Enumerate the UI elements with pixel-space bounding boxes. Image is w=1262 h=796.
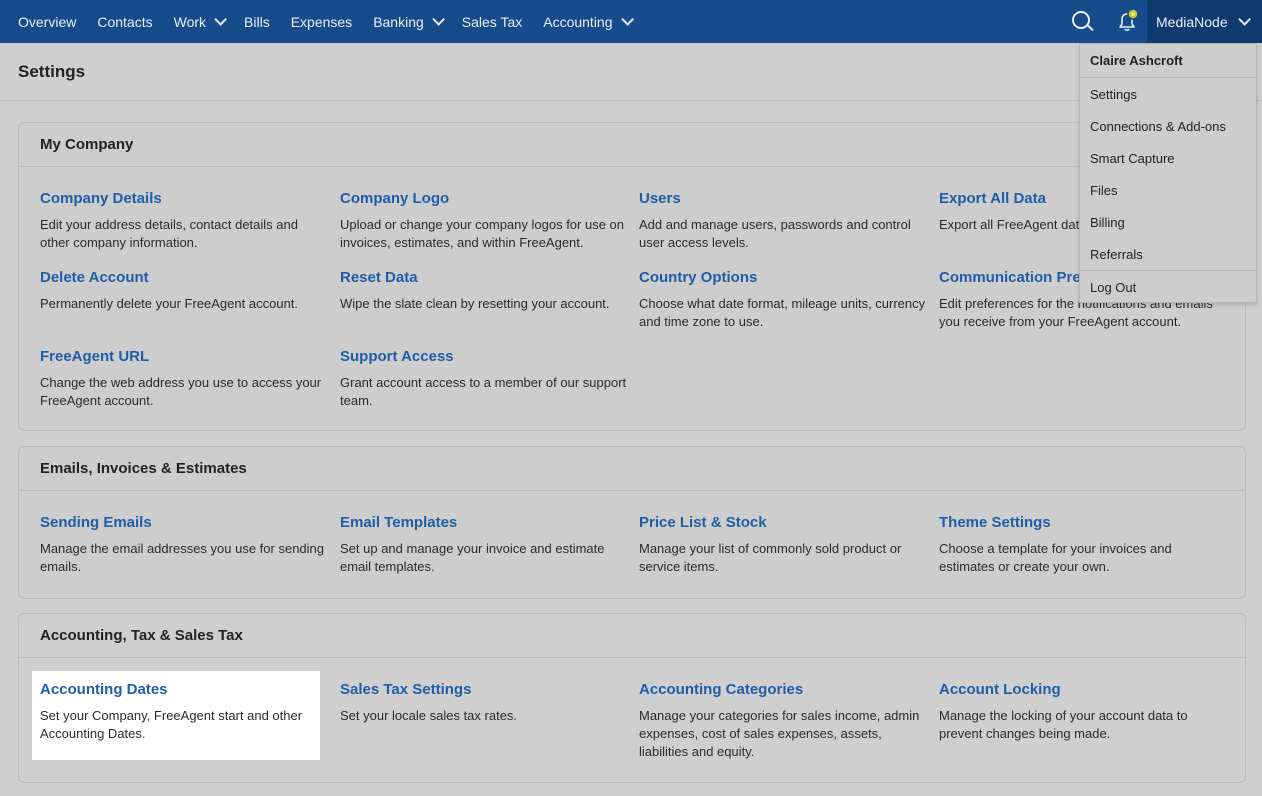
nav-bills[interactable]: Bills bbox=[244, 14, 270, 30]
settings-description: Permanently delete your FreeAgent accoun… bbox=[40, 296, 298, 311]
page-title: Settings bbox=[18, 62, 86, 81]
nav-label: Overview bbox=[18, 13, 77, 30]
page-header: Settings bbox=[0, 43, 1262, 101]
settings-link[interactable]: Sending Emails bbox=[40, 514, 330, 532]
nav-work[interactable]: Work bbox=[173, 13, 228, 30]
chevron-down-icon bbox=[432, 13, 445, 26]
section-title: My Company bbox=[19, 123, 1245, 167]
settings-item-sending-emails: Sending Emails Manage the email addresse… bbox=[40, 514, 330, 576]
menu-item-smart-capture[interactable]: Smart Capture bbox=[1080, 142, 1256, 174]
section-title: Accounting, Tax & Sales Tax bbox=[19, 614, 1245, 658]
settings-description: Grant account access to a member of our … bbox=[340, 375, 627, 408]
nav-overview[interactable]: Overview bbox=[18, 14, 76, 30]
settings-link[interactable]: Email Templates bbox=[340, 514, 630, 532]
settings-description: Wipe the slate clean by resetting your a… bbox=[340, 296, 610, 311]
settings-item-company-logo: Company Logo Upload or change your compa… bbox=[340, 190, 630, 252]
chevron-down-icon bbox=[620, 13, 634, 26]
settings-item-theme-settings: Theme Settings Choose a template for you… bbox=[939, 514, 1229, 576]
settings-link[interactable]: Theme Settings bbox=[939, 514, 1229, 532]
settings-link[interactable]: Accounting Dates bbox=[40, 681, 330, 699]
bell-icon[interactable] bbox=[1114, 8, 1140, 34]
nav-label: Sales Tax bbox=[461, 13, 523, 30]
menu-item-connections[interactable]: Connections & Add-ons bbox=[1080, 110, 1256, 142]
settings-link[interactable]: Reset Data bbox=[340, 269, 630, 287]
chevron-down-icon bbox=[1237, 13, 1251, 26]
settings-link[interactable]: Support Access bbox=[340, 348, 630, 366]
account-dropdown-menu: Claire Ashcroft Settings Connections & A… bbox=[1079, 43, 1257, 303]
settings-item-country-options: Country Options Choose what date format,… bbox=[639, 269, 929, 331]
settings-item-users: Users Add and manage users, passwords an… bbox=[639, 190, 929, 252]
settings-item-accounting-dates: Accounting Dates Set your Company, FreeA… bbox=[40, 681, 330, 743]
settings-description: Set up and manage your invoice and estim… bbox=[340, 541, 605, 574]
settings-item-email-templates: Email Templates Set up and manage your i… bbox=[340, 514, 630, 576]
settings-item-support-access: Support Access Grant account access to a… bbox=[340, 348, 630, 410]
settings-link[interactable]: Users bbox=[639, 190, 929, 208]
top-nav: Overview Contacts Work Bills Expenses Ba… bbox=[0, 0, 1262, 43]
settings-description: Choose a template for your invoices and … bbox=[939, 541, 1172, 574]
settings-link[interactable]: Company Logo bbox=[340, 190, 630, 208]
account-menu-button[interactable]: MediaNode bbox=[1147, 0, 1262, 43]
nav-label: Work bbox=[173, 13, 207, 30]
settings-description: Choose what date format, mileage units, … bbox=[639, 296, 926, 329]
menu-item-referrals[interactable]: Referrals bbox=[1080, 238, 1256, 270]
menu-item-settings[interactable]: Settings bbox=[1080, 78, 1256, 110]
settings-link[interactable]: Price List & Stock bbox=[639, 514, 929, 532]
settings-item-company-details: Company Details Edit your address detail… bbox=[40, 190, 330, 252]
settings-description: Add and manage users, passwords and cont… bbox=[639, 217, 911, 250]
menu-item-billing[interactable]: Billing bbox=[1080, 206, 1256, 238]
section-title: Emails, Invoices & Estimates bbox=[19, 447, 1245, 491]
settings-link[interactable]: Country Options bbox=[639, 269, 929, 287]
settings-description: Manage your list of commonly sold produc… bbox=[639, 541, 902, 574]
nav-contacts[interactable]: Contacts bbox=[97, 14, 152, 30]
menu-item-logout[interactable]: Log Out bbox=[1080, 270, 1256, 303]
nav-label: Banking bbox=[373, 13, 424, 30]
nav-expenses[interactable]: Expenses bbox=[291, 14, 352, 30]
settings-description: Change the web address you use to access… bbox=[40, 375, 322, 408]
nav-banking[interactable]: Banking bbox=[373, 13, 445, 30]
nav-label: Contacts bbox=[97, 13, 153, 30]
settings-description: Upload or change your company logos for … bbox=[340, 217, 625, 250]
settings-item-freeagent-url: FreeAgent URL Change the web address you… bbox=[40, 348, 330, 410]
section-emails-invoices: Emails, Invoices & Estimates Sending Ema… bbox=[18, 446, 1246, 599]
search-icon[interactable] bbox=[1072, 11, 1090, 29]
settings-description: Manage the locking of your account data … bbox=[939, 708, 1188, 741]
settings-item-reset-data: Reset Data Wipe the slate clean by reset… bbox=[340, 269, 630, 313]
settings-description: Set your Company, FreeAgent start and ot… bbox=[40, 708, 303, 741]
nav-label: Expenses bbox=[290, 13, 353, 30]
nav-label: Accounting bbox=[543, 13, 613, 30]
settings-link[interactable]: Account Locking bbox=[939, 681, 1229, 699]
section-my-company: My Company Company Details Edit your add… bbox=[18, 122, 1246, 431]
nav-sales-tax[interactable]: Sales Tax bbox=[462, 14, 522, 30]
settings-link[interactable]: Sales Tax Settings bbox=[340, 681, 630, 699]
settings-description: Manage the email addresses you use for s… bbox=[40, 541, 325, 574]
settings-description: Manage your categories for sales income,… bbox=[639, 708, 920, 759]
section-accounting-tax: Accounting, Tax & Sales Tax Accounting D… bbox=[18, 613, 1246, 783]
nav-label: Bills bbox=[244, 13, 270, 30]
settings-link[interactable]: Accounting Categories bbox=[639, 681, 929, 699]
settings-item-sales-tax-settings: Sales Tax Settings Set your locale sales… bbox=[340, 681, 630, 725]
main-nav: Overview Contacts Work Bills Expenses Ba… bbox=[0, 0, 651, 43]
settings-description: Edit your address details, contact detai… bbox=[40, 217, 298, 250]
account-label: MediaNode bbox=[1156, 13, 1228, 30]
settings-item-price-list: Price List & Stock Manage your list of c… bbox=[639, 514, 929, 576]
settings-link[interactable]: Delete Account bbox=[40, 269, 330, 287]
nav-accounting[interactable]: Accounting bbox=[543, 13, 634, 30]
settings-link[interactable]: FreeAgent URL bbox=[40, 348, 330, 366]
chevron-down-icon bbox=[214, 13, 228, 26]
settings-description: Set your locale sales tax rates. bbox=[340, 708, 518, 723]
settings-item-accounting-categories: Accounting Categories Manage your catego… bbox=[639, 681, 929, 761]
settings-item-account-locking: Account Locking Manage the locking of yo… bbox=[939, 681, 1229, 743]
menu-item-files[interactable]: Files bbox=[1080, 174, 1256, 206]
settings-item-delete-account: Delete Account Permanently delete your F… bbox=[40, 269, 330, 313]
menu-user-name: Claire Ashcroft bbox=[1080, 44, 1256, 78]
settings-link[interactable]: Company Details bbox=[40, 190, 330, 208]
